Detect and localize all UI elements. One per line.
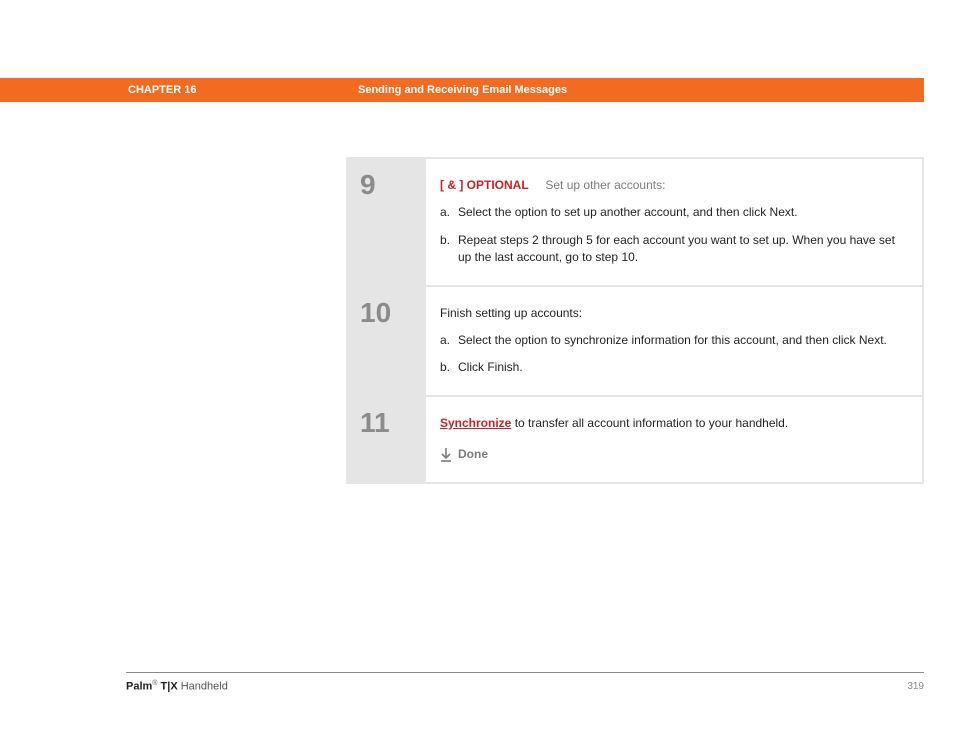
list-item: b. Click Finish.: [440, 359, 904, 376]
item-marker: b.: [440, 232, 458, 267]
sub-list: a. Select the option to set up another a…: [440, 204, 904, 266]
page-number: 319: [907, 681, 924, 692]
synchronize-link[interactable]: Synchronize: [440, 416, 511, 430]
footer-rule: [126, 672, 924, 673]
footer-model: T|X: [157, 681, 177, 693]
optional-brackets: [ & ]: [440, 178, 463, 192]
step-body: Synchronize to transfer all account info…: [426, 397, 922, 482]
step-body: Finish setting up accounts: a. Select th…: [426, 287, 922, 395]
step-number: 10: [348, 287, 426, 395]
step-row: 11 Synchronize to transfer all account i…: [348, 397, 922, 484]
step-body: [ & ] OPTIONAL Set up other accounts: a.…: [426, 159, 922, 285]
chapter-title: Sending and Receiving Email Messages: [358, 84, 924, 96]
optional-label: OPTIONAL: [467, 178, 529, 192]
footer-brand: Palm: [126, 681, 152, 693]
list-item: b. Repeat steps 2 through 5 for each acc…: [440, 232, 904, 267]
step-intro: [ & ] OPTIONAL Set up other accounts:: [440, 177, 904, 194]
sub-list: a. Select the option to synchronize info…: [440, 332, 904, 377]
item-text: Click Finish.: [458, 359, 904, 376]
step-intro: Finish setting up accounts:: [440, 305, 904, 322]
step-row: 9 [ & ] OPTIONAL Set up other accounts: …: [348, 159, 922, 287]
item-text: Select the option to set up another acco…: [458, 204, 904, 221]
list-item: a. Select the option to set up another a…: [440, 204, 904, 221]
list-item: a. Select the option to synchronize info…: [440, 332, 904, 349]
step-number: 11: [348, 397, 426, 482]
chapter-label: CHAPTER 16: [0, 84, 358, 96]
step-row: 10 Finish setting up accounts: a. Select…: [348, 287, 922, 397]
footer-product-rest: Handheld: [178, 681, 228, 693]
done-indicator: Done: [440, 446, 904, 463]
steps-table: 9 [ & ] OPTIONAL Set up other accounts: …: [346, 157, 924, 484]
item-marker: a.: [440, 204, 458, 221]
step-text: Synchronize to transfer all account info…: [440, 415, 904, 432]
item-marker: a.: [440, 332, 458, 349]
arrow-down-icon: [440, 448, 458, 462]
item-text: Repeat steps 2 through 5 for each accoun…: [458, 232, 904, 267]
item-text: Select the option to synchronize informa…: [458, 332, 904, 349]
optional-rest: Set up other accounts:: [545, 178, 665, 192]
footer-product: Palm® T|X Handheld: [126, 680, 228, 693]
step-number: 9: [348, 159, 426, 285]
chapter-header: CHAPTER 16 Sending and Receiving Email M…: [0, 78, 924, 102]
item-marker: b.: [440, 359, 458, 376]
done-label: Done: [458, 446, 488, 463]
sync-rest: to transfer all account information to y…: [511, 416, 788, 430]
